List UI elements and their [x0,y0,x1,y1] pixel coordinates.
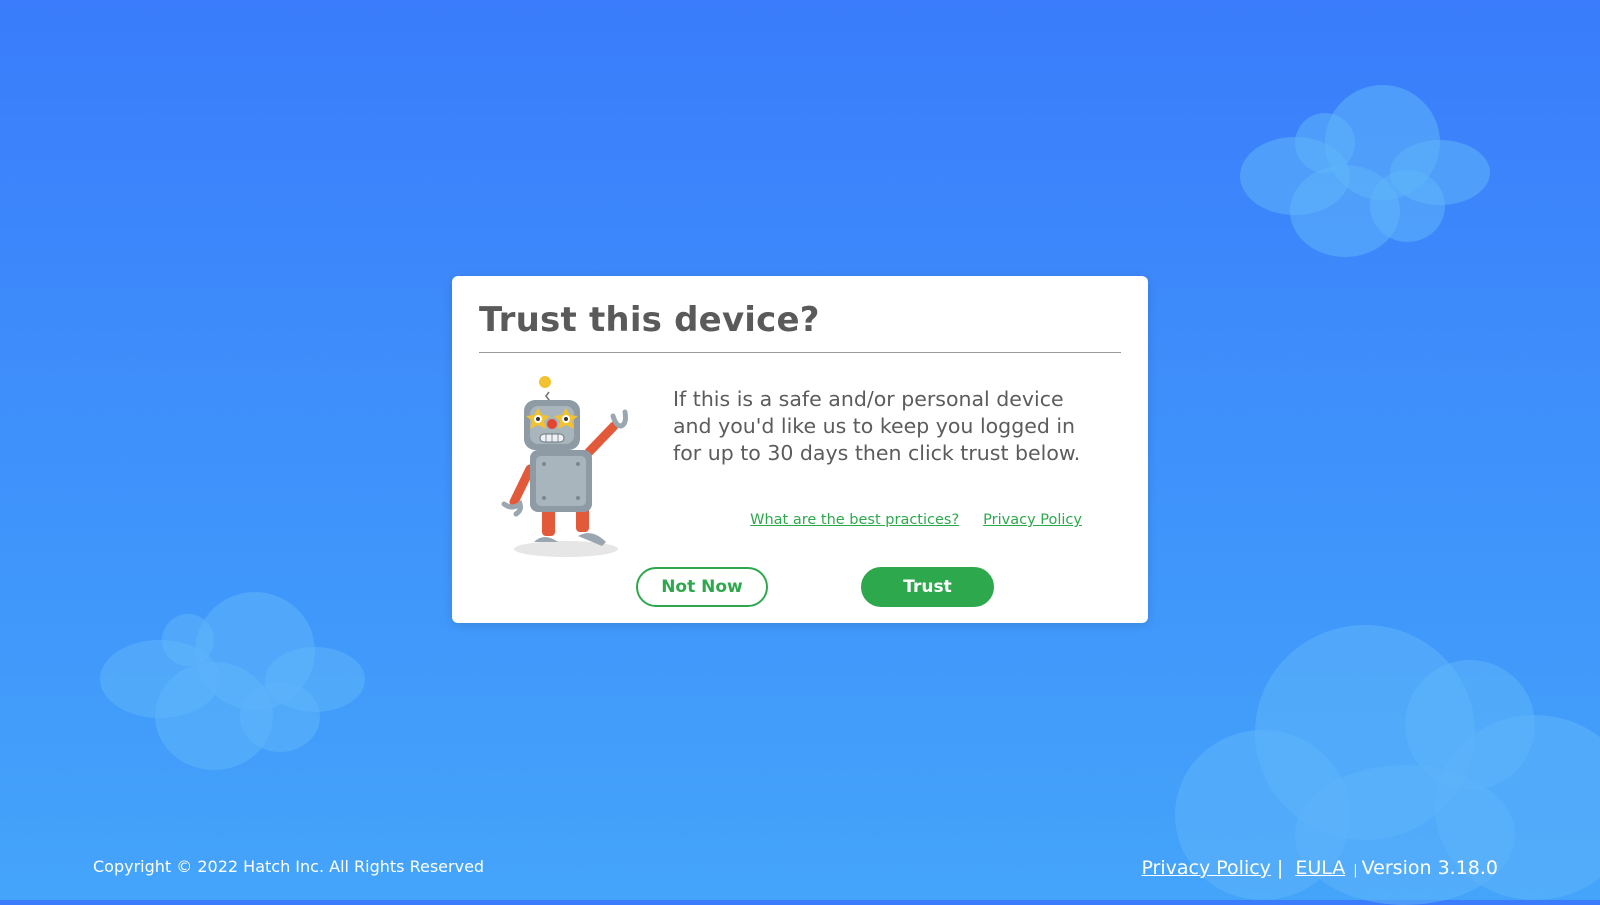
dialog-links: What are the best practices? Privacy Pol… [750,512,1082,528]
dialog-message: If this is a safe and/or personal device… [673,387,1081,465]
background-cloud [1240,85,1500,260]
background-cloud [100,592,370,772]
footer-separator: | [1353,863,1358,878]
footer-separator: | [1276,857,1284,879]
copyright-text: Copyright © 2022 Hatch Inc. All Rights R… [93,857,485,876]
footer-links: Privacy Policy | EULA | Version 3.18.0 [1141,857,1498,879]
footer-privacy-policy-link[interactable]: Privacy Policy [1141,857,1270,879]
title-divider [479,352,1121,353]
version-text: Version 3.18.0 [1361,857,1498,879]
dialog-title: Trust this device? [479,300,820,340]
privacy-policy-link[interactable]: Privacy Policy [983,512,1082,528]
footer-eula-link[interactable]: EULA [1295,857,1345,879]
trust-button[interactable]: Trust [861,567,994,607]
not-now-button[interactable]: Not Now [636,567,768,607]
trust-device-dialog: Trust this device? If this is a safe and… [452,276,1148,623]
best-practices-link[interactable]: What are the best practices? [750,512,959,528]
robot-mascot-icon [494,374,642,559]
